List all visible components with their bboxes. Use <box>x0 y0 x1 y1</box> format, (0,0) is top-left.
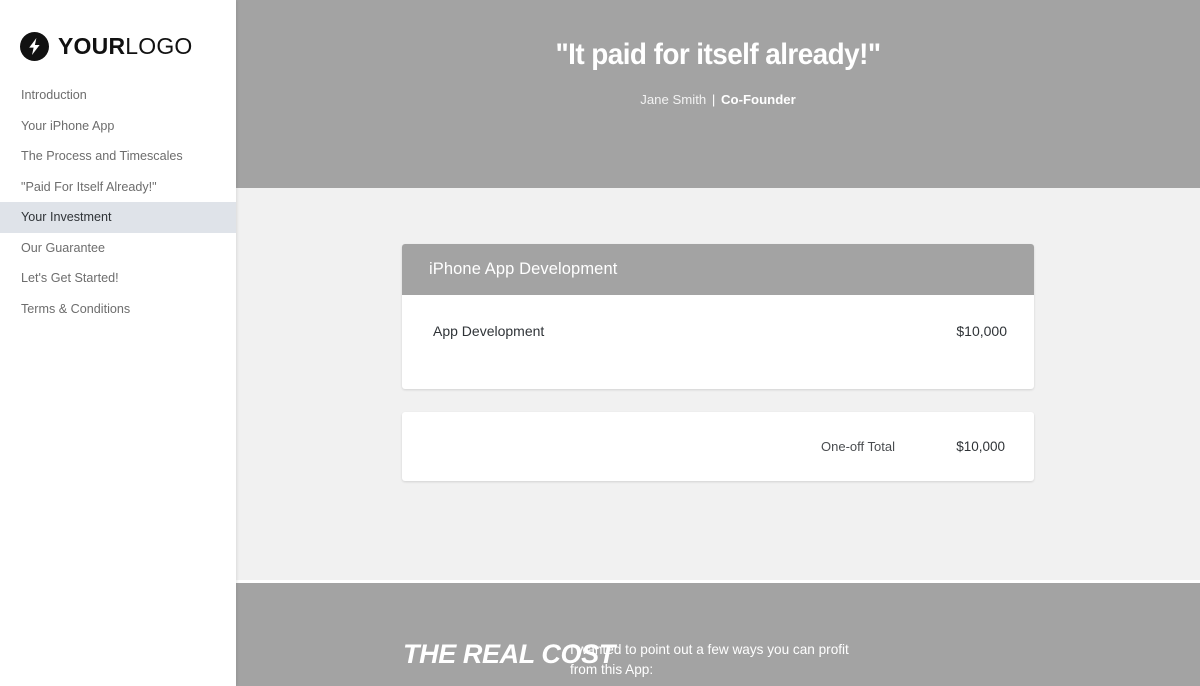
logo-text-bold: YOUR <box>58 32 126 59</box>
real-cost-heading-column: THE REAL COST <box>236 639 615 686</box>
logo[interactable]: YOURLOGO <box>0 0 236 66</box>
sidebar-nav: Introduction Your iPhone App The Process… <box>0 80 236 324</box>
hero-separator: | <box>711 92 716 107</box>
line-item-price: $10,000 <box>956 323 1007 339</box>
sidebar-item-your-investment[interactable]: Your Investment <box>0 202 236 233</box>
hero-author: Jane Smith <box>640 92 707 107</box>
sidebar: YOURLOGO Introduction Your iPhone App Th… <box>0 0 236 686</box>
main-content: "It paid for itself already!" Jane Smith… <box>236 0 1200 686</box>
line-item-name: App Development <box>433 323 545 339</box>
real-cost-section: THE REAL COST I wanted to point out a fe… <box>236 580 1200 686</box>
hero-byline: Jane Smith | Co-Founder <box>236 91 1200 109</box>
real-cost-title: THE REAL COST <box>403 639 615 669</box>
hero-testimonial-section: "It paid for itself already!" Jane Smith… <box>236 0 1200 188</box>
table-row: App Development $10,000 <box>433 319 1007 343</box>
sidebar-item-paid-for-itself-already[interactable]: "Paid For Itself Already!" <box>0 172 236 203</box>
sidebar-item-our-guarantee[interactable]: Our Guarantee <box>0 233 236 264</box>
sidebar-item-introduction[interactable]: Introduction <box>0 80 236 111</box>
total-value: $10,000 <box>956 439 1005 454</box>
proposal-page: YOURLOGO Introduction Your iPhone App Th… <box>0 0 1200 686</box>
pricing-card: iPhone App Development App Development $… <box>402 244 1034 389</box>
pricing-section: iPhone App Development App Development $… <box>236 188 1200 580</box>
sidebar-item-terms-and-conditions[interactable]: Terms & Conditions <box>0 294 236 325</box>
sidebar-item-your-iphone-app[interactable]: Your iPhone App <box>0 111 236 142</box>
pricing-card-body: App Development $10,000 <box>402 295 1034 389</box>
pricing-card-title: iPhone App Development <box>429 260 618 278</box>
pricing-card-header: iPhone App Development <box>402 244 1034 295</box>
lightning-bolt-icon <box>20 31 49 61</box>
sidebar-item-the-process-and-timescales[interactable]: The Process and Timescales <box>0 141 236 172</box>
total-label: One-off Total <box>821 439 895 454</box>
real-cost-body-column: I wanted to point out a few ways you can… <box>570 640 1200 686</box>
hero-role: Co-Founder <box>721 92 796 107</box>
totals-card: One-off Total $10,000 <box>402 412 1034 481</box>
logo-text-light: LOGO <box>125 32 193 59</box>
logo-text: YOURLOGO <box>58 32 193 59</box>
real-cost-body: I wanted to point out a few ways you can… <box>570 642 849 677</box>
sidebar-item-lets-get-started[interactable]: Let's Get Started! <box>0 263 236 294</box>
hero-quote: "It paid for itself already!" <box>555 38 881 71</box>
